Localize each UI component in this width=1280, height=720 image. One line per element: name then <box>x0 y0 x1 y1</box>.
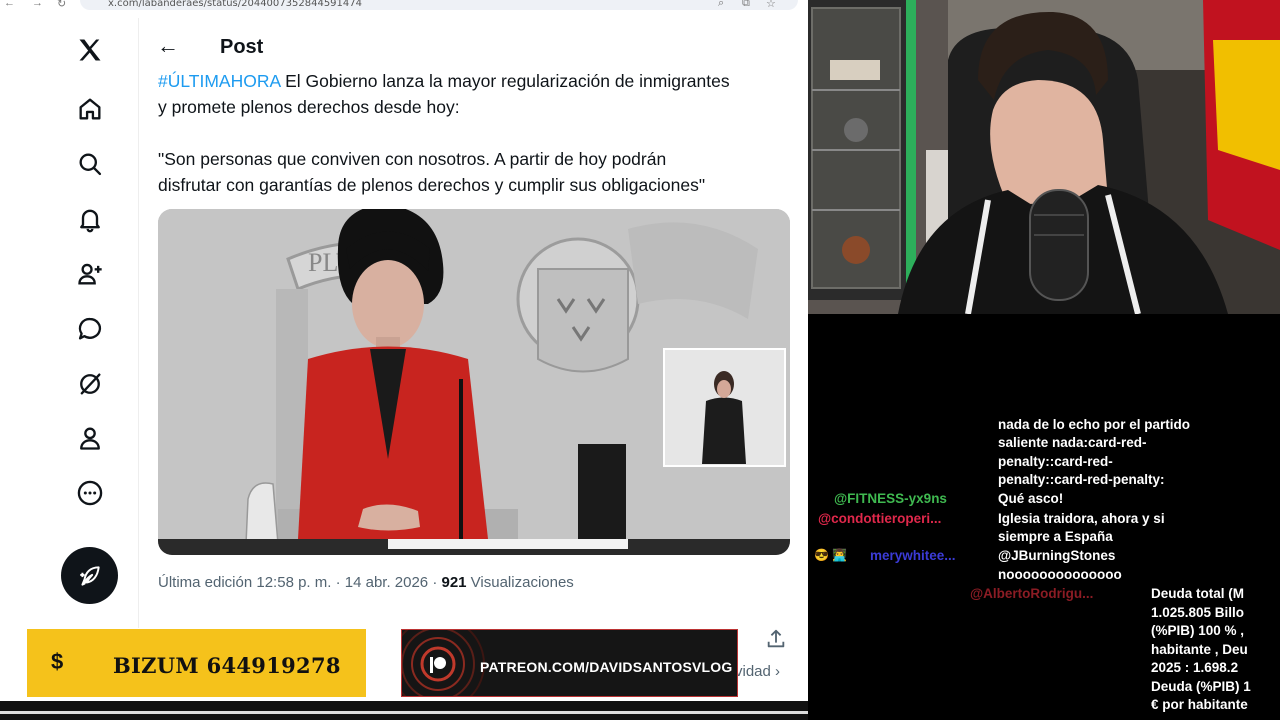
patreon-banner: PATREON.COM/DAVIDSANTOSVLOG <box>401 629 738 697</box>
chat-message-line: noooooooooooooo <box>998 567 1122 582</box>
browser-window: ← → ↻ x.com/labanderaes/status/204400735… <box>0 0 808 720</box>
grok-icon[interactable] <box>62 356 118 412</box>
patreon-logo-icon <box>430 657 446 673</box>
debt-ticker-line: Deuda total (M <box>1151 586 1244 601</box>
chat-message-line: saliente nada:card-red- <box>998 435 1147 450</box>
post-text: #ÚLTIMAHORA El Gobierno lanza la mayor r… <box>158 68 798 198</box>
follow-add-person-icon[interactable] <box>62 246 118 302</box>
webcam-feed <box>808 0 1280 314</box>
reload-icon[interactable]: ↻ <box>57 0 66 10</box>
back-arrow-icon[interactable]: ← <box>4 0 15 9</box>
bizum-label: BIZUM 644919278 <box>113 653 341 678</box>
quote-line1: "Son personas que conviven con nosotros.… <box>158 149 667 169</box>
url-text[interactable]: x.com/labanderaes/status/204400735284459… <box>108 0 362 9</box>
chat-username[interactable]: @FITNESS-yx9ns <box>834 491 947 506</box>
bizum-banner: $ BIZUM 644919278 <box>27 629 366 697</box>
chat-message-line: Qué asco! <box>998 491 1064 506</box>
chat-message-line: Iglesia traidora, ahora y si <box>998 511 1165 526</box>
post-metadata: Última edición 12:58 p. m. · 14 abr. 202… <box>158 574 574 591</box>
chat-user-badges: 😎 👨‍💻 <box>814 548 848 562</box>
notifications-bell-icon[interactable] <box>62 191 118 247</box>
debt-ticker-line: 2025 : 1.698.2 <box>1151 660 1239 675</box>
press-conference-scene: PLVS <box>158 209 790 555</box>
bookmark-star-icon[interactable]: ☆ <box>766 0 776 10</box>
address-bar[interactable]: ← → ↻ x.com/labanderaes/status/204400735… <box>0 0 808 12</box>
messages-bubble-icon[interactable] <box>62 301 118 357</box>
explore-search-icon[interactable] <box>62 136 118 192</box>
chat-username[interactable]: merywhitee... <box>870 548 956 563</box>
x-logo-icon[interactable] <box>62 22 118 78</box>
debt-ticker-line: (%PIB) 100 % , <box>1151 623 1245 638</box>
x-sidebar <box>0 18 139 628</box>
share-icon[interactable] <box>765 628 787 655</box>
debt-ticker-line: € por habitante <box>1151 697 1248 712</box>
post-text-line1: El Gobierno lanza la mayor regularizació… <box>280 71 730 91</box>
post-text-line2: y promete plenos derechos desde hoy: <box>158 97 460 117</box>
home-icon[interactable] <box>62 81 118 137</box>
post-detail: ← Post #ÚLTIMAHORA El Gobierno lanza la … <box>139 18 808 680</box>
extension-icon[interactable]: ⧉ <box>742 0 750 10</box>
chat-message-line: siempre a España <box>998 529 1113 544</box>
hashtag-link[interactable]: #ÚLTIMAHORA <box>158 71 280 91</box>
chat-username[interactable]: @AlbertoRodrigu... <box>970 586 1093 601</box>
zoom-icon[interactable]: ⌕ <box>718 0 724 10</box>
debt-ticker-line: Deuda (%PIB) 1 <box>1151 678 1251 694</box>
forward-arrow-icon[interactable]: → <box>32 0 43 9</box>
live-chat-panel: nada de lo echo por el partido saliente … <box>808 314 1280 720</box>
page-title: Post <box>220 36 264 58</box>
video-progress-bar[interactable] <box>0 701 808 720</box>
debt-ticker-overlay: Deuda total (M 1.025.805 Billo (%PIB) 10… <box>1151 585 1251 715</box>
post-activity-link[interactable]: vidad › <box>735 663 780 680</box>
post-video[interactable]: PLVS <box>158 209 790 555</box>
patreon-label: PATREON.COM/DAVIDSANTOSVLOG <box>480 659 733 675</box>
feather-quill-icon <box>79 565 100 586</box>
views-count: 921 <box>441 574 467 591</box>
chat-message-line: penalty::card-red- <box>998 454 1113 469</box>
more-circle-icon[interactable] <box>62 465 118 521</box>
streamer-webcam-scene <box>808 0 1280 314</box>
chat-message-line: penalty::card-red-penalty: <box>998 472 1165 487</box>
compose-post-button[interactable] <box>61 547 118 604</box>
edit-timestamp: Última edición 12:58 p. m. · 14 abr. 202… <box>158 574 442 591</box>
chat-username[interactable]: @condottieroperi... <box>818 511 941 526</box>
debt-ticker-line: 1.025.805 Billo <box>1151 604 1245 620</box>
debt-ticker-line: habitante , Deu <box>1151 641 1248 657</box>
chat-message-line: @JBurningStones <box>998 548 1116 563</box>
views-label: Visualizaciones <box>466 574 574 591</box>
profile-person-icon[interactable] <box>62 410 118 466</box>
dollar-icon: $ <box>51 649 64 674</box>
back-arrow-icon[interactable]: ← <box>157 34 181 58</box>
quote-line2: disfrutar con garantías de plenos derech… <box>158 175 706 195</box>
chat-message-line: nada de lo echo por el partido <box>998 417 1191 432</box>
